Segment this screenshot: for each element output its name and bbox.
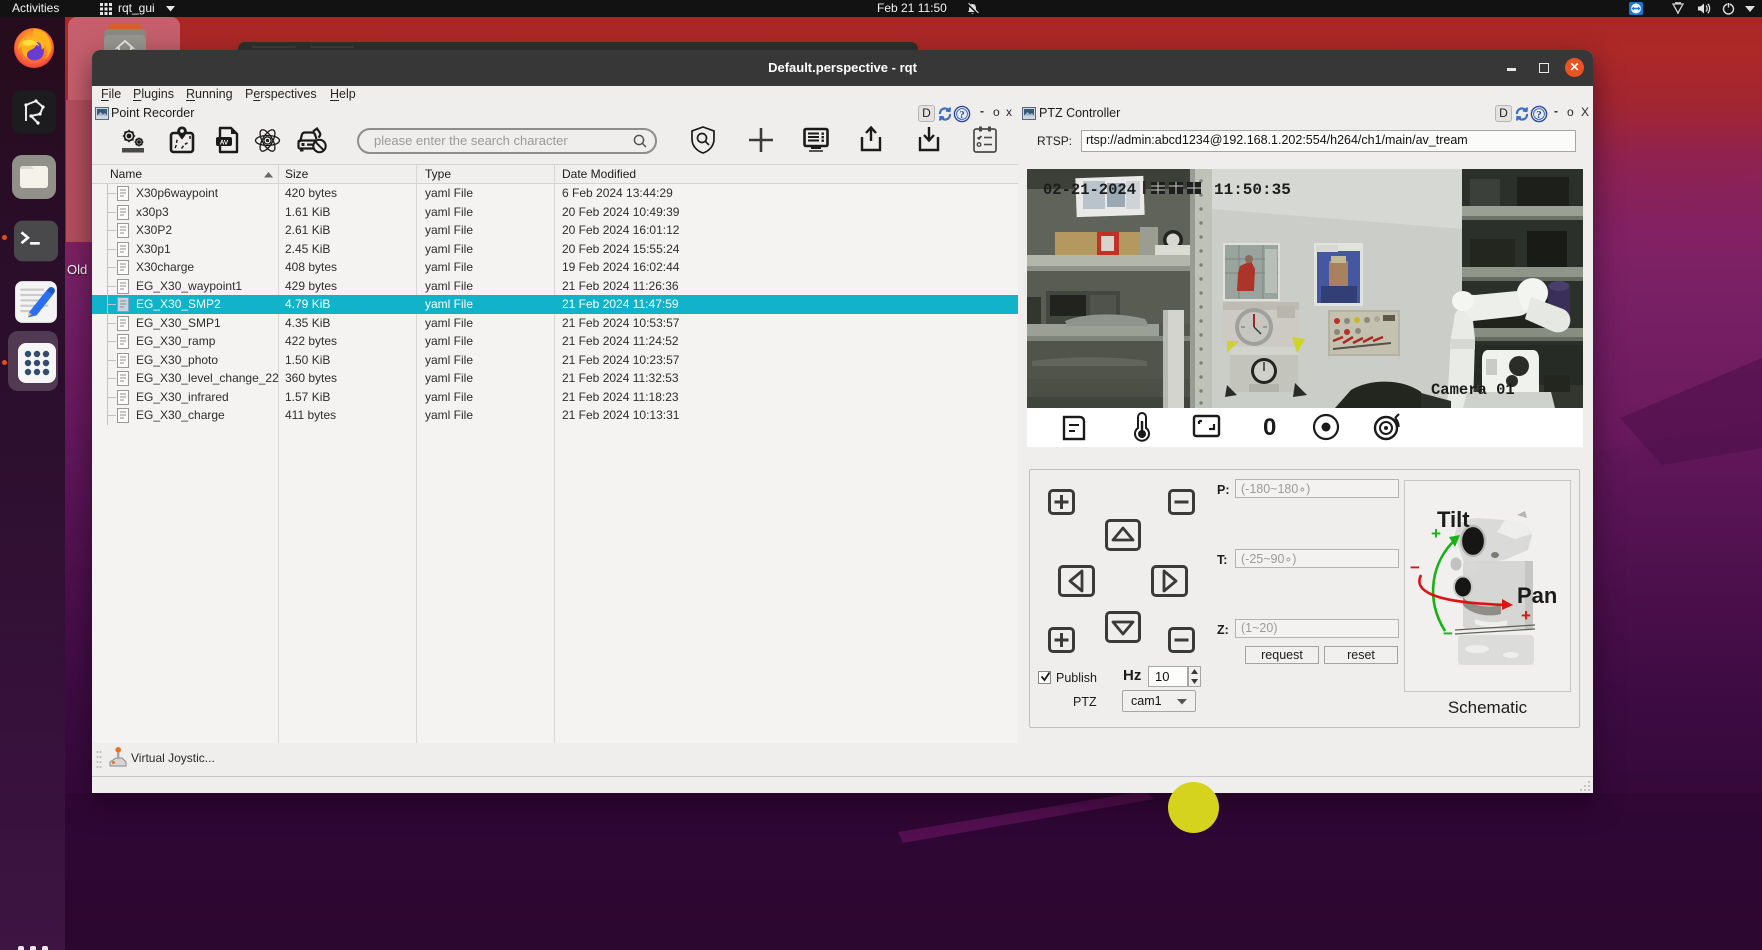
svg-text:−: − [1410, 558, 1420, 577]
svg-text:+: + [1431, 524, 1441, 543]
svg-text:Camera 01: Camera 01 [1431, 381, 1515, 399]
svg-text:02-21-2024: 02-21-2024 [1043, 181, 1136, 199]
svg-text:?: ? [1536, 109, 1542, 121]
svg-text:AV: AV [220, 140, 229, 147]
svg-text:Tilt: Tilt [1437, 507, 1470, 532]
svg-text:?: ? [959, 109, 965, 121]
svg-text:0: 0 [1263, 414, 1276, 441]
svg-text:+: + [1521, 606, 1531, 625]
svg-text:−: − [1443, 624, 1453, 643]
svg-text:11:50:35: 11:50:35 [1214, 181, 1291, 199]
svg-text:Pan: Pan [1517, 583, 1557, 608]
